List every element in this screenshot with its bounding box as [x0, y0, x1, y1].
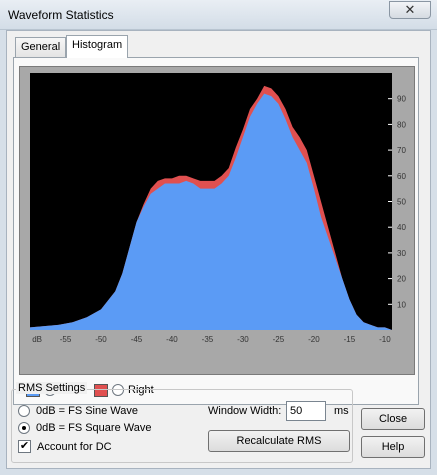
y-tick-label: 10 — [397, 300, 406, 309]
x-tick-label: -25 — [273, 335, 285, 344]
y-tick-label: 90 — [397, 95, 406, 104]
account-for-dc-label: Account for DC — [37, 440, 112, 453]
window-close-button[interactable]: ✕ — [389, 1, 431, 19]
title-bar: Waveform Statistics ✕ — [0, 0, 437, 30]
histogram-panel: 10 20 30 40 50 60 70 80 90 dB -55 -50 -45 -40 -35 -30 -… — [13, 57, 419, 405]
y-tick-label: 30 — [397, 249, 406, 258]
close-icon: ✕ — [404, 2, 416, 17]
x-tick-label: dB — [32, 335, 42, 344]
y-tick-label: 40 — [397, 223, 406, 232]
y-tick-label: 70 — [397, 146, 406, 155]
help-button-label: Help — [381, 441, 405, 453]
histogram-chart-frame: 10 20 30 40 50 60 70 80 90 dB -55 -50 -45 -40 -35 -30 -… — [19, 66, 415, 375]
histogram-chart: 10 20 30 40 50 60 70 80 90 dB -55 -50 -45 -40 -35 -30 -… — [30, 73, 406, 344]
sine-wave-radio[interactable] — [18, 405, 30, 417]
x-tick-label: -10 — [379, 335, 391, 344]
tab-histogram-label: Histogram — [72, 39, 123, 51]
square-wave-radio[interactable] — [18, 422, 30, 434]
sine-wave-label: 0dB = FS Sine Wave — [36, 405, 139, 417]
account-for-dc-checkbox[interactable]: ✔ — [18, 440, 31, 453]
x-tick-label: -35 — [202, 335, 214, 344]
rms-settings-title: RMS Settings — [16, 382, 88, 394]
rms-settings-group: RMS Settings 0dB = FS Sine Wave 0dB = FS… — [11, 382, 353, 463]
y-tick-label: 20 — [397, 275, 406, 284]
tab-histogram[interactable]: Histogram — [66, 35, 129, 58]
close-button-label: Close — [378, 413, 408, 425]
recalculate-rms-button[interactable]: Recalculate RMS — [208, 430, 350, 452]
x-tick-label: -40 — [166, 335, 178, 344]
window-width-label: Window Width: — [208, 405, 282, 417]
x-tick-label: -50 — [95, 335, 107, 344]
square-wave-label: 0dB = FS Square Wave — [36, 422, 152, 434]
y-tick-label: 50 — [397, 198, 406, 207]
y-tick-label: 60 — [397, 172, 406, 181]
tab-general[interactable]: General — [15, 37, 67, 57]
dialog-client: General Histogram 10 20 30 40 50 60 70 80 90 dB -… — [6, 30, 431, 469]
window-width-unit: ms — [334, 405, 349, 417]
help-button[interactable]: Help — [361, 436, 425, 458]
x-tick-label: -30 — [237, 335, 249, 344]
tab-general-label: General — [21, 41, 61, 53]
y-tick-label: 80 — [397, 120, 406, 129]
window-title: Waveform Statistics — [8, 8, 114, 22]
window-width-input[interactable] — [286, 401, 326, 421]
close-button[interactable]: Close — [361, 408, 425, 430]
x-tick-label: -45 — [131, 335, 143, 344]
sine-wave-option[interactable]: 0dB = FS Sine Wave — [18, 405, 138, 417]
square-wave-option[interactable]: 0dB = FS Square Wave — [18, 422, 151, 434]
account-for-dc-option[interactable]: ✔ Account for DC — [18, 440, 112, 453]
x-tick-label: -15 — [344, 335, 356, 344]
x-tick-label: -55 — [60, 335, 72, 344]
recalculate-rms-label: Recalculate RMS — [236, 435, 322, 447]
x-tick-label: -20 — [308, 335, 320, 344]
